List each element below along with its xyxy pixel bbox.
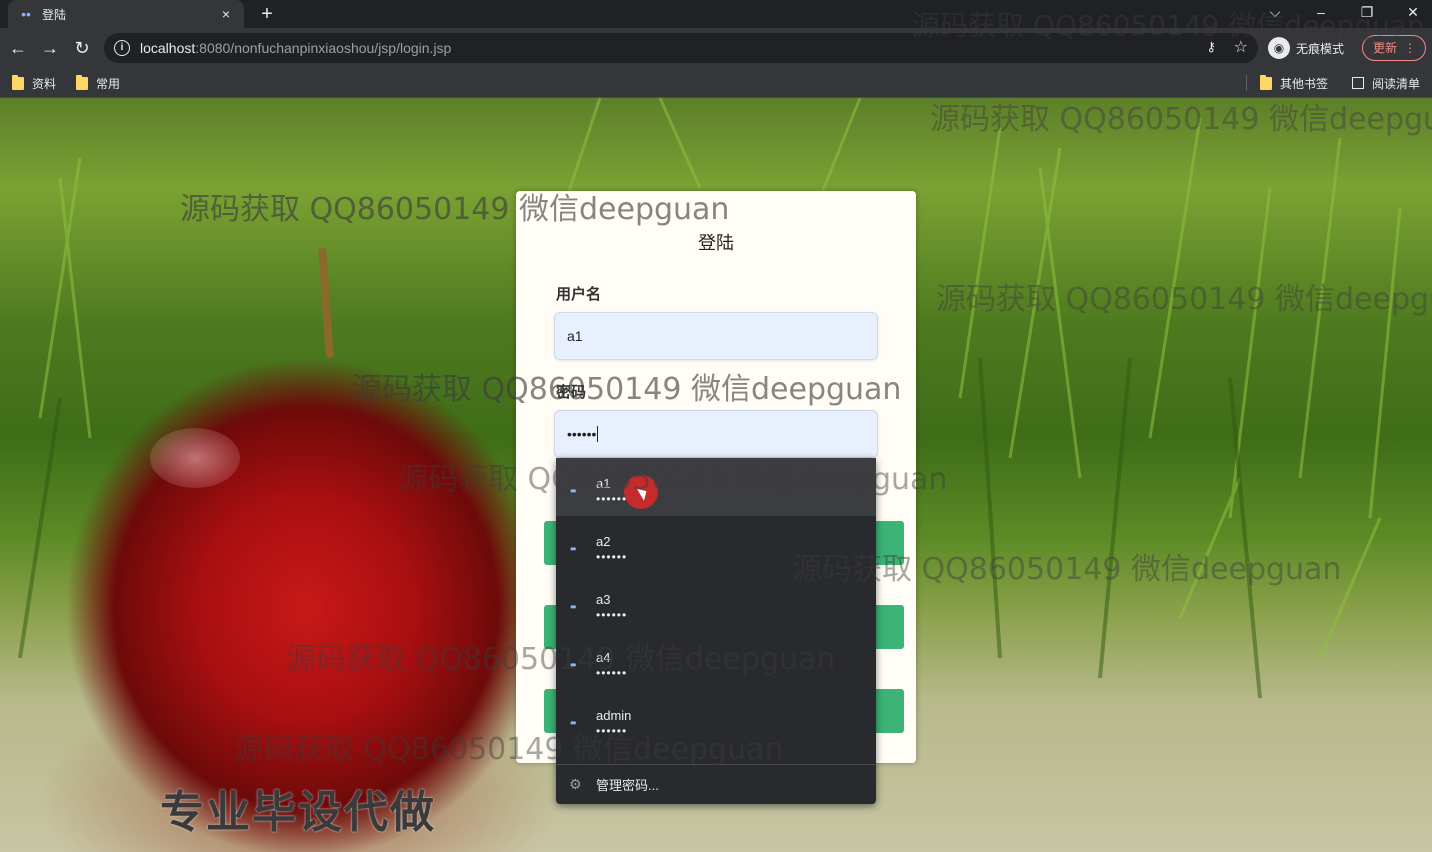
folder-icon xyxy=(76,74,88,90)
gear-icon: ⚙ xyxy=(569,775,582,792)
site-info-icon[interactable]: i xyxy=(114,40,130,56)
autofill-username: a4 xyxy=(596,650,611,665)
password-label: 密码 xyxy=(556,383,587,401)
tab-title: 登陆 xyxy=(42,7,67,22)
username-label: 用户名 xyxy=(556,285,602,303)
folder-icon xyxy=(12,74,24,90)
update-label: 更新 xyxy=(1373,41,1398,55)
password-field[interactable]: •••••• xyxy=(554,410,878,458)
reading-list[interactable]: 阅读清单 xyxy=(1352,74,1420,92)
autofill-username: a1 xyxy=(596,476,611,491)
manage-passwords-label: 管理密码... xyxy=(596,777,659,793)
autofill-password: •••••• xyxy=(596,608,628,622)
incognito-label: 无痕模式 xyxy=(1296,41,1345,56)
text-caret xyxy=(597,426,599,442)
bookmarks-divider xyxy=(1246,75,1247,91)
new-tab-button[interactable]: + xyxy=(256,3,278,25)
tab-search-chevron-icon[interactable]: ⌵ xyxy=(1252,0,1298,28)
url-path: :8080/nonfuchanpinxiaoshou/jsp/login.jsp xyxy=(195,40,452,56)
username-value: a1 xyxy=(567,328,583,344)
bookmark-label: 资料 xyxy=(32,76,57,91)
star-icon[interactable]: ☆ xyxy=(1234,37,1248,57)
restore-button[interactable]: ❐ xyxy=(1344,0,1390,28)
key-icon: •• xyxy=(570,600,577,614)
bookmark-label: 常用 xyxy=(96,76,121,91)
close-window-button[interactable]: ✕ xyxy=(1390,0,1432,28)
tab-login[interactable]: •• 登陆 × xyxy=(8,0,244,28)
url-host: localhost xyxy=(140,40,196,56)
browser-toolbar: ← → ↻ i localhost:8080/nonfuchanpinxiaos… xyxy=(0,28,1432,68)
menu-dots-icon: ⋮ xyxy=(1404,41,1416,55)
reading-list-icon xyxy=(1352,77,1364,89)
back-arrow-icon[interactable]: ← xyxy=(6,36,30,60)
key-icon: •• xyxy=(570,484,577,498)
autofill-password: •••••• xyxy=(596,492,628,506)
minimize-button[interactable]: – xyxy=(1298,0,1344,28)
autofill-password: •••••• xyxy=(596,666,628,680)
reload-icon[interactable]: ↻ xyxy=(70,36,94,60)
autofill-username: a3 xyxy=(596,592,611,607)
password-autofill-dropdown: •• a1 •••••• •• a2 •••••• •• a3 •••••• •… xyxy=(556,458,876,804)
autofill-item[interactable]: •• a4 •••••• xyxy=(556,632,876,690)
key-icon: •• xyxy=(570,658,577,672)
folder-icon xyxy=(1260,74,1272,90)
autofill-item[interactable]: •• admin •••••• xyxy=(556,690,876,748)
page-favicon-icon: •• xyxy=(21,6,31,22)
other-bookmarks-label: 其他书签 xyxy=(1280,76,1329,91)
key-icon: •• xyxy=(570,542,577,556)
reading-list-label: 阅读清单 xyxy=(1372,76,1421,91)
autofill-username: admin xyxy=(596,708,632,723)
autofill-item[interactable]: •• a3 •••••• xyxy=(556,574,876,632)
address-bar[interactable]: i localhost:8080/nonfuchanpinxiaoshou/js… xyxy=(104,33,1258,63)
autofill-item[interactable]: •• a1 •••••• xyxy=(556,458,876,516)
tab-close-icon[interactable]: × xyxy=(218,6,234,22)
autofill-username: a2 xyxy=(596,534,611,549)
incognito-indicator[interactable]: ◉ 无痕模式 xyxy=(1268,36,1344,60)
key-icon[interactable]: ⚷ xyxy=(1206,39,1216,55)
dropdown-divider xyxy=(556,764,876,765)
bookmark-folder-changyong[interactable]: 常用 xyxy=(76,74,120,92)
forward-arrow-icon[interactable]: → xyxy=(38,36,62,60)
tab-strip: •• 登陆 × + ⌵ – ❐ ✕ xyxy=(0,0,1432,28)
autofill-password: •••••• xyxy=(596,724,628,738)
autofill-item[interactable]: •• a2 •••••• xyxy=(556,516,876,574)
update-button[interactable]: 更新 ⋮ xyxy=(1362,35,1426,61)
username-field[interactable]: a1 xyxy=(554,312,878,360)
manage-passwords-item[interactable]: ⚙ 管理密码... xyxy=(556,766,876,802)
promo-text: 专业毕设代做 xyxy=(160,787,436,838)
apple-highlight xyxy=(150,428,240,488)
page-background: 专业毕设代做 登陆 用户名 a1 密码 •••••• •• a1 •••••• … xyxy=(0,98,1432,852)
login-title: 登陆 xyxy=(698,233,734,254)
password-value: •••••• xyxy=(567,426,597,442)
key-icon: •• xyxy=(570,716,577,730)
bookmarks-bar: 资料 常用 其他书签 阅读清单 xyxy=(0,68,1432,98)
incognito-icon: ◉ xyxy=(1268,37,1290,59)
bookmark-folder-ziliao[interactable]: 资料 xyxy=(12,74,56,92)
autofill-password: •••••• xyxy=(596,550,628,564)
other-bookmarks[interactable]: 其他书签 xyxy=(1260,74,1328,92)
